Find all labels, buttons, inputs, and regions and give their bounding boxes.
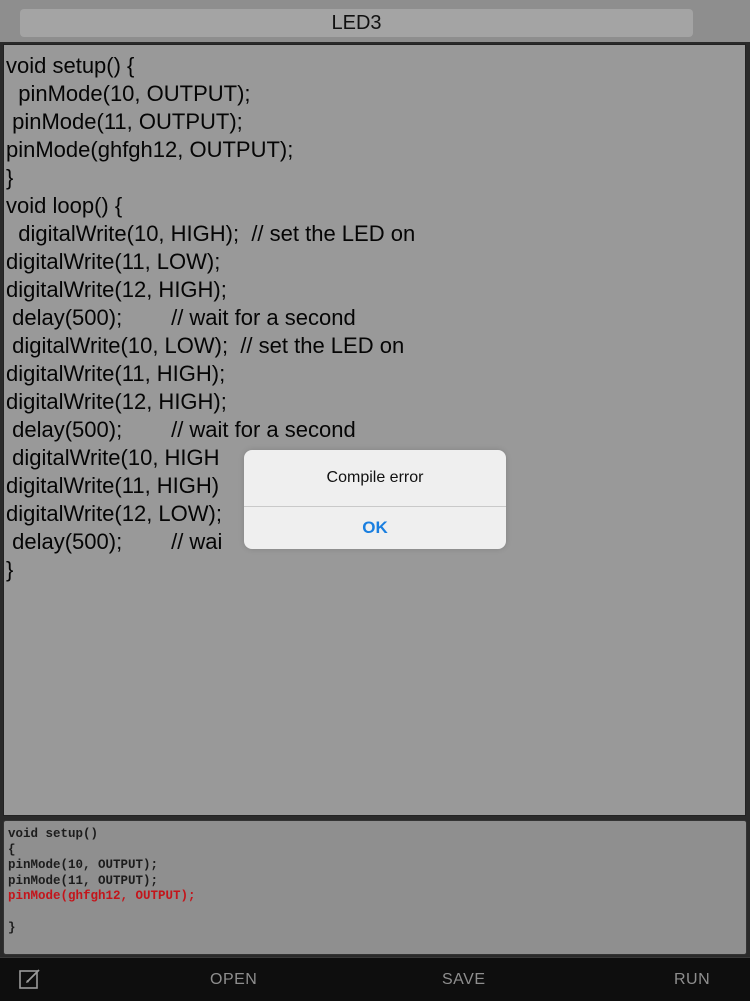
alert-ok-button[interactable]: OK [244,507,506,549]
editor-line: delay(500); // wait for a second [6,417,356,442]
editor-line: digitalWrite(12, HIGH); [6,277,227,302]
compile-console: void setup(){pinMode(10, OUTPUT); pinMode… [3,820,747,955]
console-line: void setup() [8,827,99,841]
compose-icon[interactable] [18,967,42,991]
editor-line: } [6,165,14,190]
alert-title: Compile error [326,469,424,486]
editor-line: pinMode(11, OUTPUT); [6,109,243,134]
editor-line: delay(500); // wait for a second [6,305,356,330]
editor-line: void loop() { [6,193,123,218]
run-button[interactable]: RUN [674,958,710,1001]
code-editor[interactable]: void setup() { pinMode(10, OUTPUT); pinM… [3,44,746,816]
editor-line: digitalWrite(10, LOW); // set the LED on [6,333,405,358]
editor-line: void setup() { [6,53,135,78]
editor-line: pinMode(10, OUTPUT); [6,81,251,106]
editor-line: digitalWrite(11, HIGH); [6,361,226,386]
compile-error-alert: Compile error OK [244,450,506,549]
editor-line: digitalWrite(11, LOW); [6,249,221,274]
title-bar: LED3 [0,0,750,42]
editor-line: } [6,557,14,582]
console-error-line: pinMode(ghfgh12, OUTPUT); [8,889,196,904]
save-button[interactable]: SAVE [442,958,486,1001]
console-lines: void setup(){pinMode(10, OUTPUT); pinMode… [8,827,196,936]
console-line: pinMode(10, OUTPUT); [8,858,159,873]
console-line: pinMode(11, OUTPUT); [8,873,159,888]
open-button[interactable]: OPEN [210,958,257,1001]
console-line: { [8,842,16,857]
sketch-title[interactable]: LED3 [20,9,693,37]
editor-line: digitalWrite(12, HIGH); [6,389,227,414]
bottom-toolbar: OPEN SAVE RUN [0,957,750,1001]
console-line: } [8,920,16,935]
editor-line: digitalWrite(10, HIGH); // set the LED o… [6,221,416,246]
editor-line: pinMode(ghfgh12, OUTPUT); [6,137,294,162]
